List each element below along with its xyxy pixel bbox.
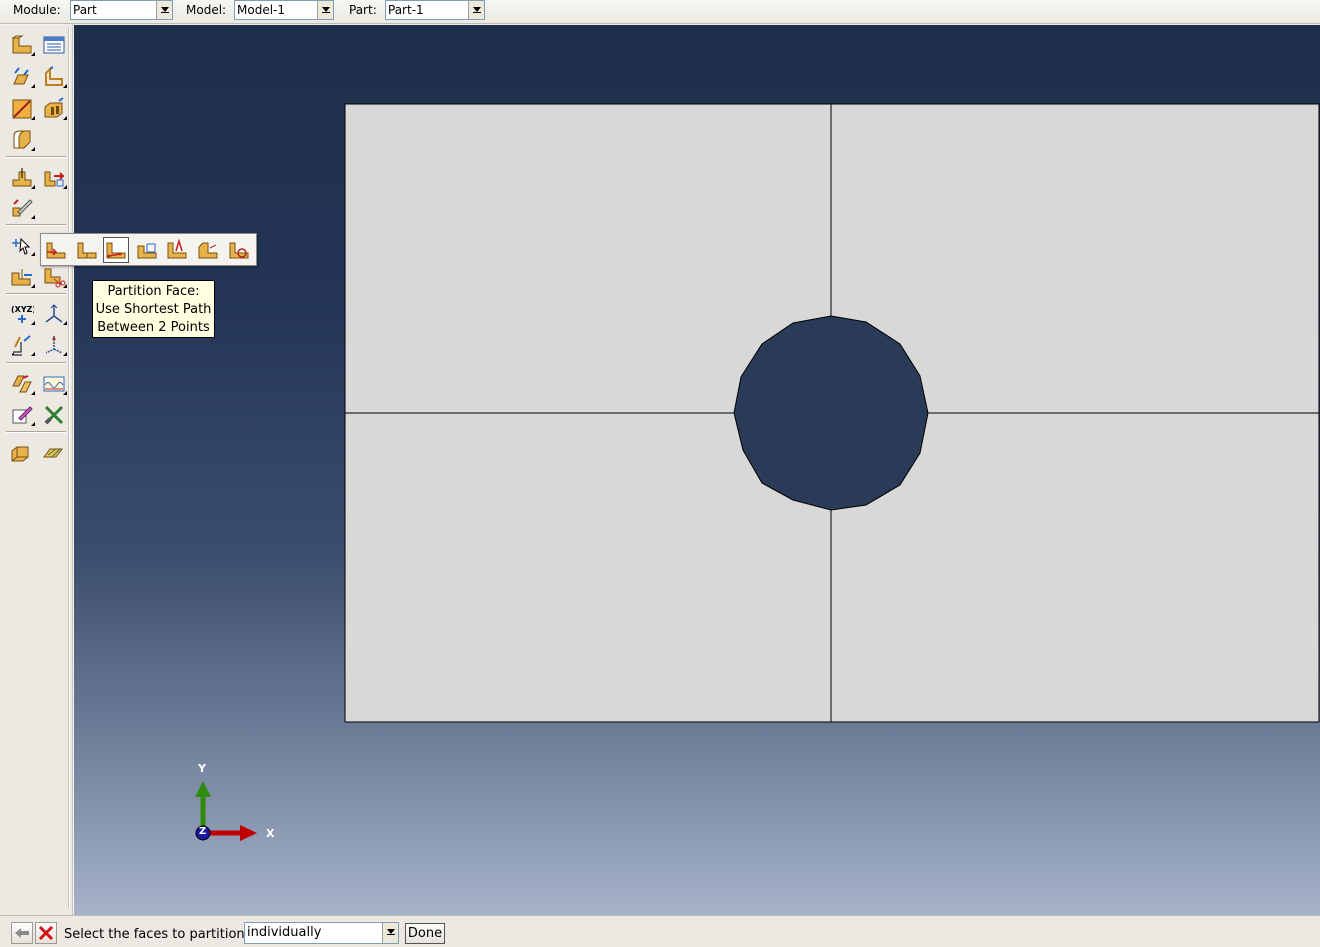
create-part-icon[interactable] <box>10 33 35 57</box>
tooltip-line-2: Use Shortest Path <box>95 302 212 317</box>
done-button[interactable]: Done <box>405 923 445 944</box>
model-combo[interactable]: Model-1 <box>234 0 334 20</box>
create-datum-axis-icon[interactable] <box>42 166 67 190</box>
chevron-down-icon[interactable] <box>317 1 333 19</box>
part-label: Part: <box>349 3 377 17</box>
tooltip: Partition Face: Use Shortest Path Betwee… <box>92 280 215 338</box>
partition-face-sketch-icon[interactable] <box>10 233 35 257</box>
partition-face-intersect-icon[interactable] <box>165 238 189 262</box>
toolbox-divider <box>68 28 70 908</box>
partition-face-project-edges-icon[interactable] <box>196 238 220 262</box>
chevron-down-icon[interactable] <box>468 1 484 19</box>
module-label: Module: <box>13 3 61 17</box>
partition-face-curved-path-icon[interactable] <box>227 238 251 262</box>
prompt-text: Select the faces to partition <box>64 927 245 942</box>
toolbox-separator <box>6 362 66 364</box>
context-bar: Module: Part Model: Model-1 Part: Part-1 <box>0 0 1320 24</box>
module-combo[interactable]: Part <box>70 0 173 20</box>
toolbox-separator <box>6 156 66 158</box>
toolbox-separator <box>6 293 66 295</box>
toolbox: (XYZ) <box>0 25 73 915</box>
circular-hole[interactable] <box>733 315 929 511</box>
partition-face-flyout <box>40 233 257 266</box>
module-value: Part <box>73 3 97 17</box>
prompt-bar: Select the faces to partition individual… <box>0 915 1320 947</box>
triad-x-label: X <box>266 827 275 840</box>
partition-face-sketch-icon[interactable] <box>44 238 68 262</box>
datum-point-xyz-icon[interactable]: (XYZ) <box>10 302 35 326</box>
create-wire-icon[interactable] <box>10 97 35 121</box>
edit-sketch-icon[interactable] <box>10 403 35 427</box>
part-view <box>195 103 1320 841</box>
create-datum-point-icon[interactable] <box>10 166 35 190</box>
datum-axis-icon[interactable] <box>42 333 67 357</box>
chevron-down-icon[interactable] <box>156 1 172 19</box>
selection-mode-value: individually <box>247 925 322 940</box>
part-value: Part-1 <box>388 3 424 17</box>
query-distance-icon[interactable] <box>10 333 35 357</box>
edit-feature-icon[interactable] <box>10 196 35 220</box>
mesh-part-icon[interactable] <box>42 441 66 465</box>
repair-edges-icon[interactable] <box>42 372 67 396</box>
create-virtual-topology-icon[interactable] <box>10 372 35 396</box>
datum-csys-icon[interactable] <box>42 302 67 326</box>
svg-text:(XYZ): (XYZ) <box>11 305 34 314</box>
create-shell-icon[interactable] <box>42 65 67 89</box>
partition-face-shortest-path-icon[interactable] <box>103 237 129 263</box>
back-arrow-icon[interactable] <box>11 922 33 944</box>
tooltip-line-3: Between 2 Points <box>97 320 210 335</box>
partition-face-datum-icon[interactable] <box>75 238 99 262</box>
chevron-down-icon[interactable] <box>382 923 398 943</box>
viewport[interactable]: Y X Z <box>74 25 1320 915</box>
selection-mode-combo[interactable]: individually <box>244 922 399 944</box>
create-solid-extrude-icon[interactable] <box>10 65 35 89</box>
toolbox-separator <box>6 431 66 433</box>
tools-icon[interactable] <box>42 403 66 427</box>
part-combo[interactable]: Part-1 <box>385 0 485 20</box>
tooltip-line-1: Partition Face: <box>107 284 200 299</box>
create-cut-extrude-icon[interactable] <box>42 97 67 121</box>
toolbox-separator <box>6 224 66 226</box>
partition-cell-icon[interactable] <box>10 265 35 289</box>
cancel-x-icon[interactable] <box>35 922 57 944</box>
part-manager-icon[interactable] <box>42 33 66 57</box>
partition-face-extend-face-icon[interactable] <box>135 238 159 262</box>
model-value: Model-1 <box>237 3 285 17</box>
create-round-fillet-icon[interactable] <box>10 128 35 152</box>
triad-y-label: Y <box>198 762 206 775</box>
assembly-instance-icon[interactable] <box>10 441 34 465</box>
model-label: Model: <box>186 3 227 17</box>
partition-edge-icon[interactable] <box>42 265 67 289</box>
triad-z-label: Z <box>199 826 207 837</box>
